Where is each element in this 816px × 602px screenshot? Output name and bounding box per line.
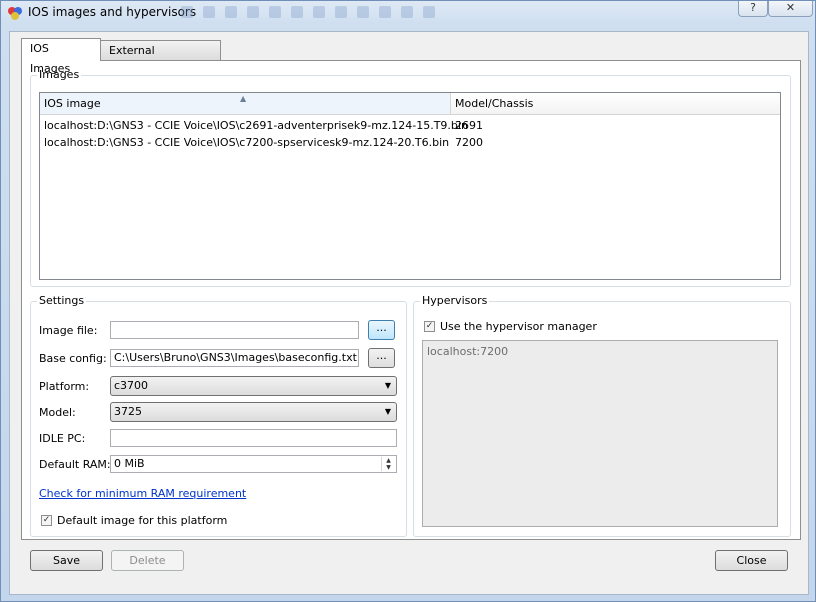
platform-select[interactable]: c3700 ▼ bbox=[110, 376, 397, 396]
platform-label: Platform: bbox=[39, 380, 90, 393]
base-config-label: Base config: bbox=[39, 352, 107, 365]
column-header-model[interactable]: Model/Chassis bbox=[451, 93, 780, 114]
help-button[interactable]: ? bbox=[738, 1, 768, 17]
table-header: IOS image ▲ Model/Chassis bbox=[40, 93, 780, 115]
use-hypervisor-manager-label: Use the hypervisor manager bbox=[440, 320, 597, 333]
settings-group-label: Settings bbox=[37, 294, 87, 307]
use-hypervisor-manager-checkbox[interactable]: ✓ bbox=[424, 321, 435, 332]
images-table[interactable]: IOS image ▲ Model/Chassis localhost:D:\G… bbox=[39, 92, 781, 280]
platform-value: c3700 bbox=[114, 379, 149, 392]
default-ram-value: 0 MiB bbox=[114, 457, 145, 470]
image-file-input[interactable] bbox=[110, 321, 359, 339]
model-cell: 2691 bbox=[455, 119, 483, 132]
chevron-down-icon: ▼ bbox=[384, 381, 391, 390]
default-ram-spinbox[interactable]: 0 MiB ▲ ▼ bbox=[110, 455, 397, 473]
model-value: 3725 bbox=[114, 405, 142, 418]
close-button[interactable]: Close bbox=[715, 550, 788, 571]
tab-external-hypervisors[interactable]: External hypervisors bbox=[100, 40, 221, 77]
dialog-window: IOS images and hypervisors ? ✕ IOS Image… bbox=[0, 0, 816, 602]
app-icon bbox=[8, 7, 22, 20]
image-file-label: Image file: bbox=[39, 324, 98, 337]
model-label: Model: bbox=[39, 406, 76, 419]
list-item: localhost:7200 bbox=[427, 345, 509, 358]
dialog-client-area: IOS Images External hypervisors Images I… bbox=[9, 31, 809, 595]
idle-pc-input[interactable] bbox=[110, 429, 397, 447]
title-bar[interactable]: IOS images and hypervisors ? ✕ bbox=[1, 1, 815, 25]
image-path-cell: localhost:D:\GNS3 - CCIE Voice\IOS\c7200… bbox=[44, 136, 450, 149]
default-image-label: Default image for this platform bbox=[57, 514, 228, 527]
spin-arrows-icon[interactable]: ▲ ▼ bbox=[381, 457, 395, 471]
image-path-cell: localhost:D:\GNS3 - CCIE Voice\IOS\c2691… bbox=[44, 119, 468, 132]
default-ram-label: Default RAM: bbox=[39, 458, 111, 471]
hypervisors-group-label: Hypervisors bbox=[420, 294, 490, 307]
ram-requirement-link[interactable]: Check for minimum RAM requirement bbox=[39, 487, 246, 500]
column-header-label: IOS image bbox=[44, 97, 101, 110]
base-config-input[interactable]: C:\Users\Bruno\GNS3\Images\baseconfig.tx… bbox=[110, 349, 359, 367]
hypervisor-list: localhost:7200 bbox=[422, 340, 778, 527]
browse-image-button[interactable]: ... bbox=[368, 320, 395, 340]
column-header-ios-image[interactable]: IOS image ▲ bbox=[40, 93, 451, 114]
chevron-down-icon: ▼ bbox=[384, 407, 391, 416]
ios-images-tab-pane: Images IOS image ▲ Model/Chassis localho… bbox=[21, 60, 801, 540]
settings-group: Settings Image file: ... Base config: C:… bbox=[30, 294, 407, 537]
model-select[interactable]: 3725 ▼ bbox=[110, 402, 397, 422]
window-title: IOS images and hypervisors bbox=[28, 5, 197, 19]
save-button[interactable]: Save bbox=[30, 550, 103, 571]
background-toolbar-icons bbox=[181, 6, 435, 18]
browse-base-config-button[interactable]: ... bbox=[368, 348, 395, 368]
images-group: Images IOS image ▲ Model/Chassis localho… bbox=[30, 68, 791, 287]
tab-ios-images[interactable]: IOS Images bbox=[21, 38, 101, 75]
sort-ascending-icon: ▲ bbox=[240, 94, 247, 103]
model-cell: 7200 bbox=[455, 136, 483, 149]
default-image-checkbox[interactable]: ✓ bbox=[41, 515, 52, 526]
idle-pc-label: IDLE PC: bbox=[39, 432, 86, 445]
window-close-button[interactable]: ✕ bbox=[768, 1, 813, 17]
hypervisors-group: Hypervisors ✓ Use the hypervisor manager… bbox=[413, 294, 791, 537]
delete-button[interactable]: Delete bbox=[111, 550, 184, 571]
table-row[interactable]: localhost:D:\GNS3 - CCIE Voice\IOS\c2691… bbox=[40, 117, 780, 134]
table-row[interactable]: localhost:D:\GNS3 - CCIE Voice\IOS\c7200… bbox=[40, 134, 780, 151]
